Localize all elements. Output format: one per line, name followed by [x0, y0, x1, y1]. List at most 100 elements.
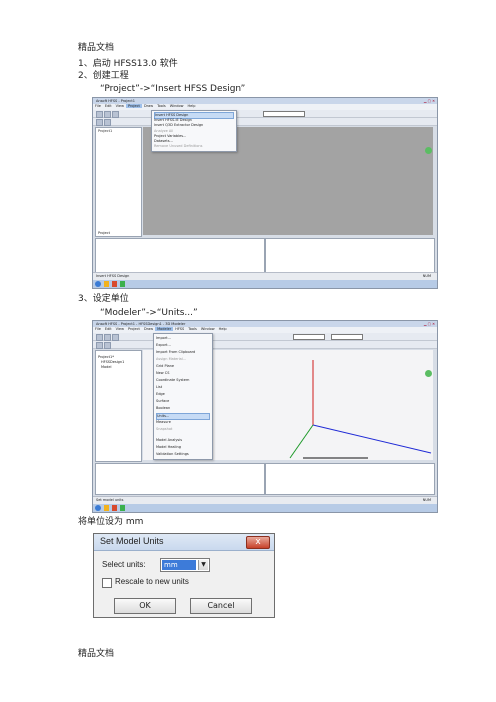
tree-item-design[interactable]: HFSSDesign1 [101, 360, 124, 364]
status-num: NUM [422, 498, 431, 502]
close-button[interactable]: x [246, 536, 270, 549]
axis-indicator-icon [425, 147, 432, 154]
save-icon[interactable] [112, 334, 119, 341]
menu-edit[interactable]: Edit [103, 104, 114, 108]
cut-icon[interactable] [96, 119, 103, 126]
close-icon: x [255, 537, 261, 547]
menu-tools[interactable]: Tools [186, 327, 199, 331]
units-select[interactable]: mm ▼ [160, 558, 210, 572]
toolbar-combo[interactable] [263, 111, 305, 117]
y-axis [289, 424, 314, 459]
import-clipboard-item[interactable]: Import From Clipboard [156, 350, 210, 355]
list-item-menu[interactable]: List [156, 385, 210, 390]
menu-project[interactable]: Project [126, 327, 142, 331]
open-icon[interactable] [104, 334, 111, 341]
status-num: NUM [422, 274, 431, 278]
insert-q3d-design-item[interactable]: Insert Q3D Extractor Design [154, 123, 234, 128]
new-icon[interactable] [96, 111, 103, 118]
menu-file[interactable]: File [93, 104, 103, 108]
ok-button[interactable]: OK [114, 598, 176, 614]
toolbar-combo-1[interactable] [293, 334, 325, 340]
status-text: Insert HFSS Design [96, 274, 130, 278]
project-tree-root[interactable]: Project1* [98, 355, 114, 359]
step-1-number: 1、 [78, 59, 93, 69]
step-2-menu-path: “Project”->“Insert HFSS Design” [100, 84, 246, 94]
status-text: Set model units [96, 498, 124, 502]
page-footer: 精品文档 [78, 649, 115, 659]
cut-icon[interactable] [96, 342, 103, 349]
media-icon[interactable] [112, 281, 117, 287]
model-healing-item[interactable]: Model Healing [156, 445, 210, 450]
media-icon[interactable] [112, 505, 117, 511]
set-units-note: 将单位设为 mm [78, 517, 144, 527]
status-bar: Set model units NUM [93, 496, 437, 504]
measure-item[interactable]: Measure [156, 420, 210, 425]
window-title: Ansoft HFSS - Project1 - HFSSDesign1 - 3… [96, 322, 186, 326]
dialog-title-bar: Set Model Units x [94, 534, 274, 551]
step-3-menu-path: “Modeler”->“Units...” [100, 308, 198, 318]
assign-material-item[interactable]: Assign Material... [156, 357, 210, 362]
grid-plane-item[interactable]: Grid Plane [156, 364, 210, 369]
window-title: Ansoft HFSS - Project1 [96, 99, 135, 103]
start-icon[interactable] [95, 281, 101, 287]
model-analysis-item[interactable]: Model Analysis [156, 438, 210, 443]
cancel-button[interactable]: Cancel [190, 598, 252, 614]
hfss-window-screenshot-1: Ansoft HFSS - Project1 ▁ ▢ ✕ File Edit Vie… [92, 97, 438, 289]
step-3: 3、设定单位 [78, 294, 129, 305]
step-1: 1、启动 HFSS13.0 软件 [78, 59, 178, 70]
toolbar-2 [93, 118, 437, 126]
remove-unused-item[interactable]: Remove Unused Definitions [154, 144, 234, 149]
menu-window[interactable]: Window [199, 327, 217, 331]
coordinate-system-item[interactable]: Coordinate System [156, 378, 210, 383]
toolbar-2 [93, 341, 437, 349]
menu-tools[interactable]: Tools [155, 104, 168, 108]
toolbar-combo-2[interactable] [331, 334, 363, 340]
copy-icon[interactable] [104, 342, 111, 349]
app-icon[interactable] [120, 281, 125, 287]
toolbar-1 [93, 333, 437, 341]
tree-item-model[interactable]: Model [101, 365, 112, 369]
window-controls-icon[interactable]: ▁ ▢ ✕ [424, 322, 435, 326]
menu-draw[interactable]: Draw [142, 327, 155, 331]
explorer-icon[interactable] [104, 281, 109, 287]
explorer-icon[interactable] [104, 505, 109, 511]
menu-project[interactable]: Project [125, 104, 142, 108]
validation-settings-item[interactable]: Validation Settings [156, 452, 210, 457]
menu-view[interactable]: View [114, 104, 126, 108]
menu-help[interactable]: Help [186, 104, 198, 108]
boolean-item[interactable]: Boolean [156, 406, 210, 411]
copy-icon[interactable] [104, 119, 111, 126]
menu-file[interactable]: File [93, 327, 103, 331]
start-icon[interactable] [95, 505, 101, 511]
window-controls-icon[interactable]: ▁ ▢ ✕ [424, 99, 435, 103]
menu-help[interactable]: Help [217, 327, 229, 331]
menu-edit[interactable]: Edit [103, 327, 114, 331]
snapshot-item[interactable]: Snapshot [156, 427, 210, 432]
menu-view[interactable]: View [114, 327, 126, 331]
step-3-number: 3、 [78, 294, 93, 304]
edge-item[interactable]: Edge [156, 392, 210, 397]
status-bar: Insert HFSS Design NUM [93, 272, 437, 280]
export-item[interactable]: Export... [156, 343, 210, 348]
rescale-checkbox[interactable] [102, 578, 112, 588]
modeler-menu-dropdown: Import... Export... Import From Clipboar… [153, 333, 213, 460]
open-icon[interactable] [104, 111, 111, 118]
new-cs-item[interactable]: New CS [156, 371, 210, 376]
menu-modeler[interactable]: Modeler [155, 327, 174, 331]
app-icon[interactable] [120, 505, 125, 511]
units-item[interactable]: Units... [156, 413, 210, 420]
surface-item[interactable]: Surface [156, 399, 210, 404]
chevron-down-icon[interactable]: ▼ [198, 560, 208, 570]
import-item[interactable]: Import... [156, 336, 210, 341]
new-icon[interactable] [96, 334, 103, 341]
menu-hfss[interactable]: HFSS [173, 327, 186, 331]
save-icon[interactable] [112, 111, 119, 118]
menu-window[interactable]: Window [168, 104, 186, 108]
units-select-value: mm [162, 560, 196, 570]
step-2-number: 2、 [78, 71, 93, 81]
project-menu-dropdown: Insert HFSS Design Insert HFSS-IE Design… [151, 110, 237, 152]
menu-draw[interactable]: Draw [142, 104, 155, 108]
x-axis [312, 424, 432, 454]
project-tree-root[interactable]: Project1 [98, 129, 112, 133]
project-tab[interactable]: Project [98, 231, 110, 235]
